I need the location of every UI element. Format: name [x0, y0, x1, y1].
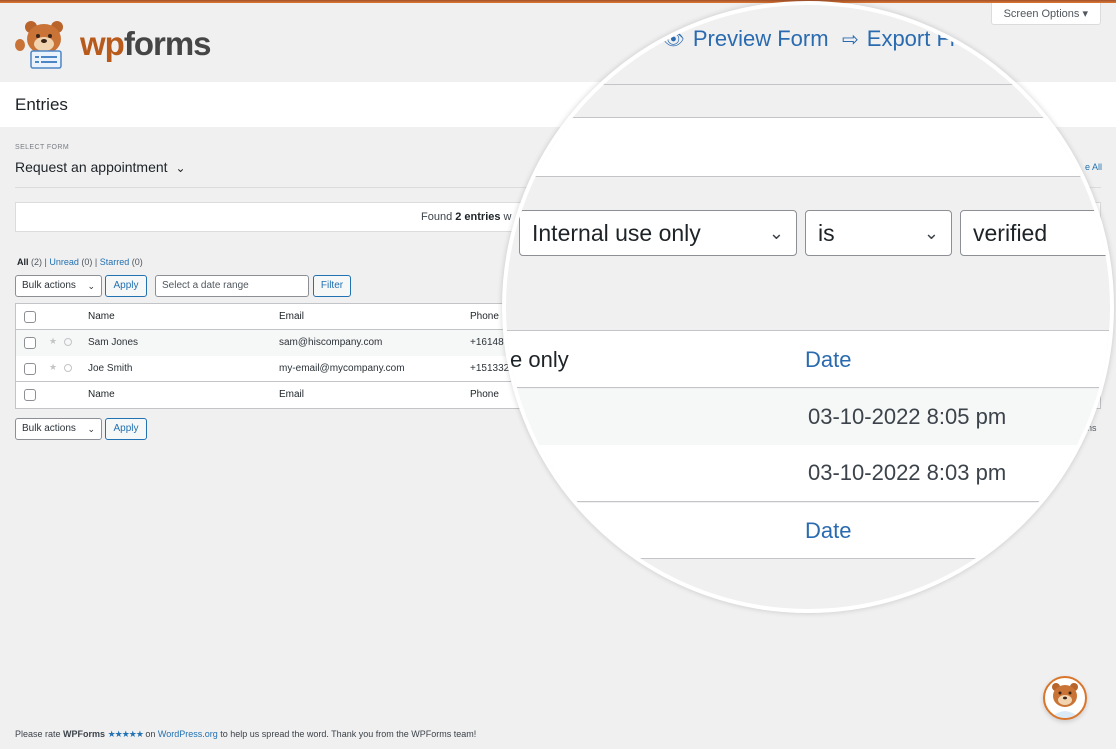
- view-starred[interactable]: Starred: [100, 257, 130, 267]
- filter-operator-select[interactable]: is ⌄: [805, 210, 952, 256]
- column-footer-name[interactable]: Name: [88, 389, 115, 400]
- footer-text: Please rate: [15, 729, 64, 739]
- page-title: Entries: [15, 95, 68, 114]
- column-header-email[interactable]: Email: [279, 311, 304, 322]
- apply-button-bottom[interactable]: Apply: [105, 418, 147, 440]
- star-icon[interactable]: ★: [49, 336, 57, 347]
- found-prefix: Found: [421, 211, 456, 223]
- found-count: 2 entries: [455, 211, 501, 223]
- export-icon: ⇨: [842, 28, 859, 51]
- cell-name: Sam Jones: [88, 337, 139, 348]
- select-form-label: Select Form: [15, 144, 70, 151]
- form-selector-dropdown[interactable]: Request an appointment ⌄: [15, 159, 186, 175]
- star-icon[interactable]: ★: [49, 362, 57, 373]
- chevron-down-icon: ⌄: [923, 223, 939, 243]
- read-status-icon[interactable]: [64, 338, 72, 346]
- logo-wordmark: wpforms: [80, 25, 212, 62]
- cell-email: my-email@mycompany.com: [279, 363, 405, 374]
- apply-button-top[interactable]: Apply: [105, 275, 147, 297]
- entry-views: All (2) | Unread (0) | Starred (0): [17, 257, 143, 267]
- select-all-checkbox-bottom[interactable]: [24, 389, 36, 401]
- view-unread-count: (0): [78, 257, 93, 267]
- chevron-down-icon: ⌄: [87, 281, 95, 291]
- filter-value-text: verified: [973, 220, 1048, 246]
- column-footer-email[interactable]: Email: [279, 389, 304, 400]
- footer-brand: WPForms: [63, 729, 106, 739]
- cell-name: Joe Smith: [88, 363, 133, 374]
- magnified-banner: [506, 117, 1110, 177]
- cell-date: 03-10-2022 8:03 pm: [808, 460, 1007, 485]
- form-selector-value: Request an appointment: [15, 159, 168, 175]
- footer-text: to help us spread the word. Thank you fr…: [217, 729, 477, 739]
- cell-date: 03-10-2022 8:05 pm: [808, 404, 1007, 429]
- row-checkbox[interactable]: [24, 337, 36, 349]
- view-all[interactable]: All: [17, 257, 29, 267]
- chevron-down-icon: ⌄: [87, 424, 95, 434]
- footer-text: on: [142, 729, 158, 739]
- view-starred-count: (0): [129, 257, 143, 267]
- magnifier-callout: 👁 Preview Form ⇨ Export Fi Internal use …: [502, 1, 1114, 613]
- view-all-count: (2): [28, 257, 43, 267]
- filter-value-input[interactable]: verified: [960, 210, 1110, 256]
- filter-operator-value: is: [818, 220, 835, 246]
- export-link[interactable]: ⇨ Export Fi: [842, 26, 955, 52]
- chevron-down-icon: ⌄: [175, 161, 186, 175]
- bulk-actions-select-bottom[interactable]: Bulk actions ⌄: [15, 418, 102, 440]
- wpforms-logo[interactable]: wpforms: [14, 19, 212, 69]
- export-label: Export Fi: [866, 26, 955, 51]
- filter-button[interactable]: Filter: [313, 275, 351, 297]
- row-checkbox[interactable]: [24, 363, 36, 375]
- column-header-name[interactable]: Name: [88, 311, 115, 322]
- bulk-actions-label: Bulk actions: [22, 423, 76, 434]
- cell-phone: +16148: [470, 337, 504, 348]
- rating-stars-link[interactable]: ★★★★★: [108, 729, 144, 739]
- column-header-phone[interactable]: Phone: [470, 311, 499, 322]
- view-unread[interactable]: Unread: [49, 257, 79, 267]
- preview-form-label: Preview Form: [692, 26, 829, 51]
- date-range-input[interactable]: Select a date range: [155, 275, 309, 297]
- bulk-actions-label: Bulk actions: [22, 280, 76, 291]
- column-footer-date[interactable]: Date: [805, 518, 851, 544]
- eye-icon: 👁: [662, 28, 685, 49]
- bear-mascot-icon: [15, 21, 63, 69]
- divider: [506, 84, 1110, 85]
- cell-phone: +151332: [470, 363, 510, 374]
- cell-email: sam@hiscompany.com: [279, 337, 383, 348]
- wpforms-help-button[interactable]: [1043, 676, 1087, 720]
- column-footer-phone[interactable]: Phone: [470, 389, 499, 400]
- bear-mascot-icon: [1051, 683, 1079, 718]
- preview-form-link[interactable]: 👁 Preview Form: [662, 26, 829, 52]
- select-all-checkbox[interactable]: [24, 311, 36, 323]
- chevron-down-icon: ⌄: [768, 223, 784, 243]
- filter-field-select[interactable]: Internal use only ⌄: [519, 210, 797, 256]
- filter-field-value: Internal use only: [532, 220, 701, 246]
- read-status-icon[interactable]: [64, 364, 72, 372]
- footer-rating-notice: Please rate WPForms ★★★★★ on WordPress.o…: [15, 729, 476, 740]
- bulk-actions-select-top[interactable]: Bulk actions ⌄: [15, 275, 102, 297]
- separator: |: [92, 257, 100, 267]
- wordpress-org-link[interactable]: WordPress.org: [158, 729, 218, 739]
- column-header-internal[interactable]: e only: [510, 347, 569, 373]
- column-header-date[interactable]: Date: [805, 347, 851, 373]
